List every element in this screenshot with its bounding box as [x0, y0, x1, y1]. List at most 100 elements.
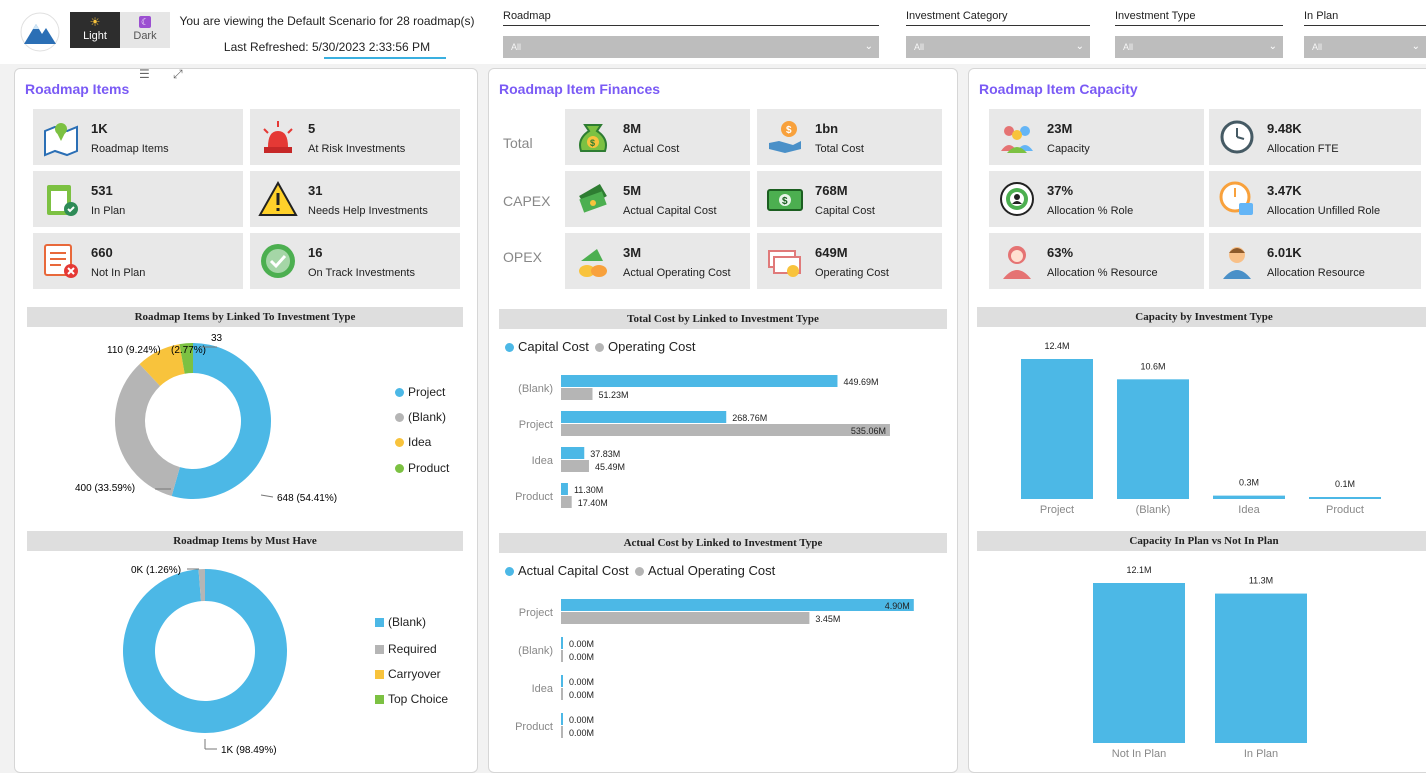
- bar[interactable]: [561, 424, 890, 436]
- kpi-label: Allocation FTE: [1267, 143, 1339, 155]
- data-label: 3.45M: [815, 614, 840, 624]
- legend-item[interactable]: Product: [395, 461, 449, 475]
- filter-select[interactable]: All ⌄: [1115, 36, 1283, 58]
- bar[interactable]: [561, 388, 593, 400]
- chevron-down-icon: ⌄: [1268, 41, 1277, 52]
- legend-item[interactable]: Top Choice: [375, 692, 448, 706]
- filter-roadmap[interactable]: Roadmap All ⌄: [503, 10, 879, 60]
- bar[interactable]: [1117, 379, 1189, 499]
- chart-title: Total Cost by Linked to Investment Type: [499, 309, 947, 329]
- mountain-logo-icon: [20, 12, 60, 52]
- legend-label: (Blank): [388, 615, 427, 629]
- money-bag-icon: $: [579, 124, 607, 152]
- dark-theme-button[interactable]: ☾ Dark: [120, 12, 170, 48]
- bar[interactable]: [561, 496, 572, 508]
- legend-item[interactable]: Actual Operating Cost: [635, 563, 775, 578]
- bar[interactable]: [561, 688, 563, 700]
- legend-marker: [395, 464, 404, 473]
- filter-select[interactable]: All ⌄: [1304, 36, 1426, 58]
- legend-item[interactable]: Actual Capital Cost: [505, 563, 629, 578]
- expand-icon[interactable]: ⤢: [173, 67, 183, 82]
- kpi-value: 1bn: [815, 121, 839, 136]
- bar[interactable]: [561, 460, 589, 472]
- data-label: 0.00M: [569, 652, 594, 662]
- legend-item[interactable]: (Blank): [395, 410, 446, 424]
- kpi-label: Needs Help Investments: [308, 205, 428, 217]
- bar[interactable]: [561, 375, 838, 387]
- legend-label: Carryover: [388, 667, 441, 681]
- data-label: 648 (54.41%): [277, 493, 337, 504]
- legend-item[interactable]: Required: [375, 642, 437, 656]
- legend-label: Required: [388, 642, 437, 656]
- legend-marker: [505, 343, 514, 352]
- bar[interactable]: [1215, 593, 1307, 743]
- bar[interactable]: [561, 447, 585, 459]
- data-label: 33: [211, 333, 223, 344]
- bar[interactable]: [1093, 583, 1185, 743]
- team-icon: [1001, 126, 1033, 153]
- legend-item[interactable]: Project: [395, 385, 445, 399]
- bar[interactable]: [561, 675, 563, 687]
- bar[interactable]: [561, 599, 914, 611]
- bar[interactable]: [561, 650, 563, 662]
- legend-label: Actual Operating Cost: [648, 563, 776, 578]
- donut-slice[interactable]: [115, 364, 180, 497]
- filter-select[interactable]: All ⌄: [503, 36, 879, 58]
- moon-icon: ☾: [139, 16, 151, 28]
- kpi-value: 63%: [1047, 245, 1074, 260]
- legend-marker: [395, 413, 404, 422]
- filter-investment-type[interactable]: Investment Type All ⌄: [1115, 10, 1283, 60]
- map-pin-icon: [44, 123, 78, 157]
- bills-icon: [768, 250, 801, 277]
- filter-label: Investment Category: [906, 10, 1090, 26]
- chart-title: Actual Cost by Linked to Investment Type: [499, 533, 947, 553]
- bar[interactable]: [561, 612, 810, 624]
- kpi-value: 649M: [815, 245, 848, 260]
- bar[interactable]: [1021, 359, 1093, 499]
- axis-label: Not In Plan: [1112, 748, 1166, 760]
- kpi-label: Allocation Resource: [1267, 267, 1365, 279]
- legend-item[interactable]: Idea: [395, 435, 431, 449]
- bar[interactable]: [561, 637, 563, 649]
- kpi-card: 649M Operating Cost: [757, 233, 942, 289]
- filter-lines-icon[interactable]: ☰: [139, 67, 150, 81]
- hand-coin-icon: $: [769, 121, 801, 153]
- data-label: 12.4M: [1044, 341, 1069, 351]
- legend-item[interactable]: Operating Cost: [595, 339, 695, 354]
- filter-value: All: [914, 42, 925, 52]
- kpi-card: $ 1bn Total Cost: [757, 109, 942, 165]
- legend-item[interactable]: (Blank): [375, 615, 426, 629]
- light-theme-button[interactable]: ☀ Light: [70, 12, 120, 48]
- bar[interactable]: [561, 483, 568, 495]
- bar[interactable]: [561, 713, 563, 725]
- data-label: (2.77%): [171, 345, 206, 356]
- bar[interactable]: [1213, 495, 1285, 499]
- kpi-value: 768M: [815, 183, 848, 198]
- kpi-label: On Track Investments: [308, 267, 415, 279]
- kpi-label: Allocation Unfilled Role: [1267, 205, 1381, 217]
- filter-value: All: [1123, 42, 1134, 52]
- refresh-text: Last Refreshed: 5/30/2023 2:33:56 PM: [172, 40, 482, 59]
- donut-chart-investment-type: 33 110 (9.24%) (2.77%) 400 (33.59%) 648 …: [75, 333, 337, 504]
- bar[interactable]: [1309, 497, 1381, 499]
- kpi-label: Actual Operating Cost: [623, 267, 731, 279]
- legend-item[interactable]: Carryover: [375, 667, 441, 681]
- bar[interactable]: [561, 411, 727, 423]
- data-label: 45.49M: [595, 462, 625, 472]
- data-label: 11.3M: [1249, 576, 1273, 586]
- filter-select[interactable]: All ⌄: [906, 36, 1090, 58]
- legend-item[interactable]: Capital Cost: [505, 339, 589, 354]
- filter-investment-category[interactable]: Investment Category All ⌄: [906, 10, 1090, 60]
- bar[interactable]: [561, 726, 563, 738]
- kpi-label: Allocation % Role: [1047, 205, 1134, 217]
- warning-triangle-icon: [258, 180, 298, 216]
- filter-in-plan[interactable]: In Plan All ⌄: [1304, 10, 1426, 60]
- kpi-label: Operating Cost: [815, 267, 889, 279]
- kpi-card: 23M Capacity: [989, 109, 1204, 165]
- kpi-value: 31: [308, 183, 323, 198]
- kpi-label: Roadmap Items: [91, 143, 169, 155]
- kpi-card: 9.48K Allocation FTE: [1209, 109, 1421, 165]
- bar-chart-actual-cost: Project 4.90M 3.45M (Blank) 0.00M 0.00M Idea 0.…: [515, 599, 914, 738]
- svg-text:$: $: [782, 196, 788, 207]
- data-label: 535.06M: [851, 426, 886, 436]
